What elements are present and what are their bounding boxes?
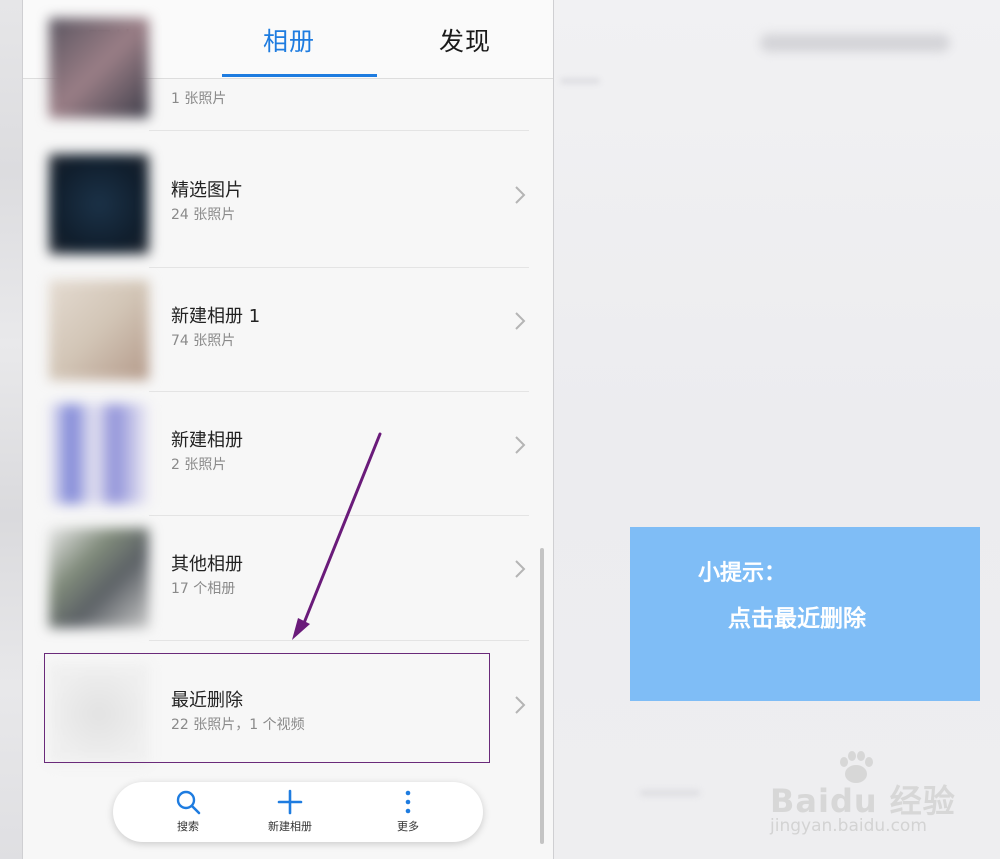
watermark-sub: jingyan.baidu.com: [770, 816, 927, 836]
tip-card: 小提示： 点击最近删除: [630, 527, 980, 701]
baidu-watermark: Baidu 经验 jingyan.baidu.com: [770, 751, 970, 846]
annotation-arrow: [292, 432, 382, 640]
tip-title: 小提示：: [698, 561, 787, 586]
tip-body: 点击最近删除: [728, 606, 866, 632]
